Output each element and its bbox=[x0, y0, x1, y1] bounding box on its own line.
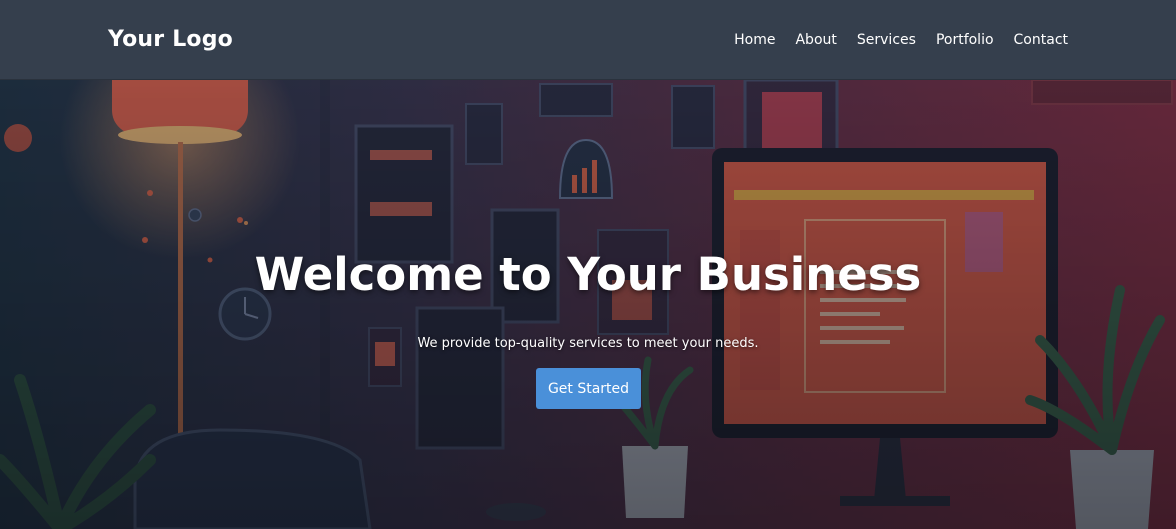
navbar: Your Logo Home About Services Portfolio … bbox=[0, 0, 1176, 80]
get-started-button[interactable]: Get Started bbox=[536, 368, 641, 409]
nav-link-services[interactable]: Services bbox=[857, 32, 916, 48]
hero-subtitle: We provide top-quality services to meet … bbox=[417, 336, 759, 351]
hero-content: Welcome to Your Business We provide top-… bbox=[0, 80, 1176, 529]
nav-link-home[interactable]: Home bbox=[734, 32, 775, 48]
logo[interactable]: Your Logo bbox=[108, 27, 233, 52]
hero-section: Welcome to Your Business We provide top-… bbox=[0, 80, 1176, 529]
nav-link-about[interactable]: About bbox=[795, 32, 836, 48]
nav-link-portfolio[interactable]: Portfolio bbox=[936, 32, 994, 48]
nav-menu: Home About Services Portfolio Contact bbox=[734, 32, 1068, 48]
nav-link-contact[interactable]: Contact bbox=[1014, 32, 1068, 48]
hero-title: Welcome to Your Business bbox=[254, 248, 922, 301]
